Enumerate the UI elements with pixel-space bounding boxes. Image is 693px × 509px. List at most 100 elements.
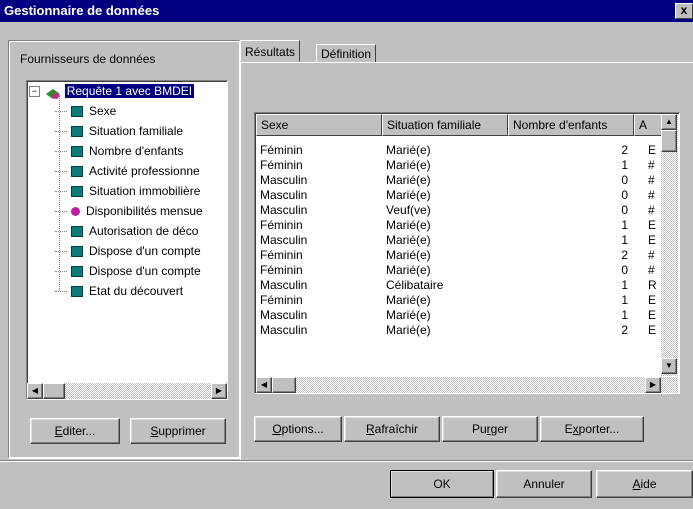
tree-item[interactable]: Disponibilités mensue	[55, 201, 203, 221]
table-cell: Célibataire	[386, 278, 444, 292]
purge-button[interactable]: Purger	[442, 416, 538, 442]
title-bar[interactable]: Gestionnaire de données x	[0, 0, 693, 22]
table-row[interactable]: Masculin Marié(e) 0 #	[256, 188, 662, 203]
scroll-down-icon[interactable]: ▼	[661, 358, 677, 374]
table-row[interactable]: Masculin Marié(e) 1 E	[256, 233, 662, 248]
tree-item[interactable]: Autorisation de déco	[55, 221, 198, 241]
column-header-nombre-enfants[interactable]: Nombre d'enfants	[508, 114, 634, 136]
options-label: ptions...	[281, 422, 324, 436]
tree-item[interactable]: Situation immobilière	[55, 181, 200, 201]
cancel-button[interactable]: Annuler	[496, 470, 592, 498]
tree-root[interactable]: − Requête 1 avec BMDEI	[29, 81, 195, 101]
tree-connector	[55, 170, 67, 173]
table-cell: E	[648, 293, 657, 307]
measure-icon	[71, 207, 80, 217]
table-cell: Marié(e)	[386, 263, 431, 277]
table-cell: Masculin	[260, 323, 308, 337]
table-cell: Féminin	[260, 143, 303, 157]
table-row[interactable]: Féminin Marié(e) 1 E	[256, 293, 662, 308]
table-cell: Féminin	[260, 248, 303, 262]
tree-item[interactable]: Dispose d'un compte	[55, 241, 201, 261]
table-row[interactable]: Masculin Célibataire 1 R	[256, 278, 662, 293]
tree-connector	[55, 270, 67, 273]
tree-horizontal-scrollbar[interactable]: ◀ ▶	[27, 383, 227, 399]
table-row[interactable]: Masculin Veuf(ve) 0 #	[256, 203, 662, 218]
grid-horizontal-thumb[interactable]	[272, 377, 296, 393]
tree-root-label: Requête 1 avec BMDEI	[64, 84, 195, 98]
tab-results[interactable]: Résultats	[240, 40, 301, 62]
ok-button[interactable]: OK	[390, 470, 494, 498]
help-button[interactable]: Aide	[596, 470, 693, 498]
dimension-icon	[71, 106, 83, 118]
tab-definition[interactable]: Définition	[316, 44, 377, 62]
column-header-sexe[interactable]: Sexe	[256, 114, 382, 136]
table-cell: #	[648, 188, 655, 202]
table-row[interactable]: Masculin Marié(e) 2 E	[256, 323, 662, 338]
tree-item[interactable]: Sexe	[55, 101, 116, 121]
options-mnemonic: O	[272, 422, 282, 436]
table-row[interactable]: Masculin Marié(e) 0 #	[256, 173, 662, 188]
tree-item[interactable]: Situation familiale	[55, 121, 183, 141]
tree-item[interactable]: Etat du découvert	[55, 281, 183, 301]
refresh-button[interactable]: Rafraîchir	[344, 416, 440, 442]
tree-item[interactable]: Activité professionne	[55, 161, 200, 181]
column-header-situation-familiale[interactable]: Situation familiale	[382, 114, 508, 136]
table-cell: #	[648, 203, 655, 217]
tree-connector	[55, 130, 67, 133]
close-icon[interactable]: x	[675, 3, 693, 19]
table-cell: Marié(e)	[386, 323, 431, 337]
table-cell: 0	[621, 203, 628, 217]
table-row[interactable]: Féminin Marié(e) 0 #	[256, 263, 662, 278]
edit-button[interactable]: Editer...	[30, 418, 120, 444]
table-cell: #	[648, 263, 655, 277]
grid-horizontal-scrollbar[interactable]: ◀ ▶	[256, 377, 678, 393]
dimension-icon	[71, 226, 83, 238]
column-header-a[interactable]: A	[634, 114, 664, 136]
tree-item-label: Activité professionne	[89, 164, 200, 178]
table-cell: Marié(e)	[386, 173, 431, 187]
scroll-left-icon[interactable]: ◀	[27, 383, 43, 399]
table-cell: Masculin	[260, 278, 308, 292]
ok-label: OK	[433, 477, 451, 491]
dimension-icon	[71, 186, 83, 198]
table-row[interactable]: Féminin Marié(e) 2 E	[256, 143, 662, 158]
table-cell: Masculin	[260, 188, 308, 202]
table-cell: Masculin	[260, 173, 308, 187]
table-cell: Féminin	[260, 293, 303, 307]
grid-body: Féminin Marié(e) 2 E Féminin Marié(e) 1 # Mascul…	[256, 143, 662, 377]
grid-scroll-right-icon[interactable]: ▶	[645, 377, 661, 393]
edit-label: diter...	[62, 424, 96, 438]
delete-button[interactable]: Supprimer	[130, 418, 226, 444]
export-button[interactable]: Exporter...	[540, 416, 644, 442]
options-button[interactable]: Options...	[254, 416, 342, 442]
tree-item[interactable]: Dispose d'un compte	[55, 261, 201, 281]
edit-mnemonic: E	[54, 424, 63, 438]
provider-tree[interactable]: − Requête 1 avec BMDEI Sexe Situation fam…	[26, 80, 228, 400]
scroll-up-icon[interactable]: ▲	[661, 114, 677, 130]
vertical-scroll-thumb[interactable]	[661, 130, 677, 152]
table-cell: 2	[621, 323, 628, 337]
table-row[interactable]: Féminin Marié(e) 1 #	[256, 158, 662, 173]
tree-item-label: Situation familiale	[89, 124, 184, 138]
table-cell: E	[648, 308, 657, 322]
tree-item-label: Autorisation de déco	[89, 224, 199, 238]
scroll-thumb[interactable]	[43, 383, 65, 399]
table-cell: Masculin	[260, 233, 308, 247]
scroll-right-icon[interactable]: ▶	[211, 383, 227, 399]
tree-item-label: Nombre d'enfants	[89, 144, 184, 158]
table-row[interactable]: Féminin Marié(e) 1 E	[256, 218, 662, 233]
table-row[interactable]: Masculin Marié(e) 1 E	[256, 308, 662, 323]
collapse-icon[interactable]: −	[29, 86, 40, 98]
table-cell: Féminin	[260, 218, 303, 232]
table-cell: E	[648, 218, 657, 232]
table-cell: 1	[621, 218, 628, 232]
grid-vertical-scrollbar[interactable]: ▲ ▼	[661, 114, 678, 376]
table-cell: E	[648, 143, 657, 157]
tree-item-label: Dispose d'un compte	[89, 264, 201, 278]
data-providers-label: Fournisseurs de données	[20, 52, 156, 66]
table-row[interactable]: Féminin Marié(e) 2 #	[256, 248, 662, 263]
grid-scroll-left-icon[interactable]: ◀	[256, 377, 272, 393]
tree-item[interactable]: Nombre d'enfants	[55, 141, 183, 161]
table-cell: E	[648, 233, 657, 247]
results-grid[interactable]: Sexe Situation familiale Nombre d'enfant…	[254, 112, 680, 394]
